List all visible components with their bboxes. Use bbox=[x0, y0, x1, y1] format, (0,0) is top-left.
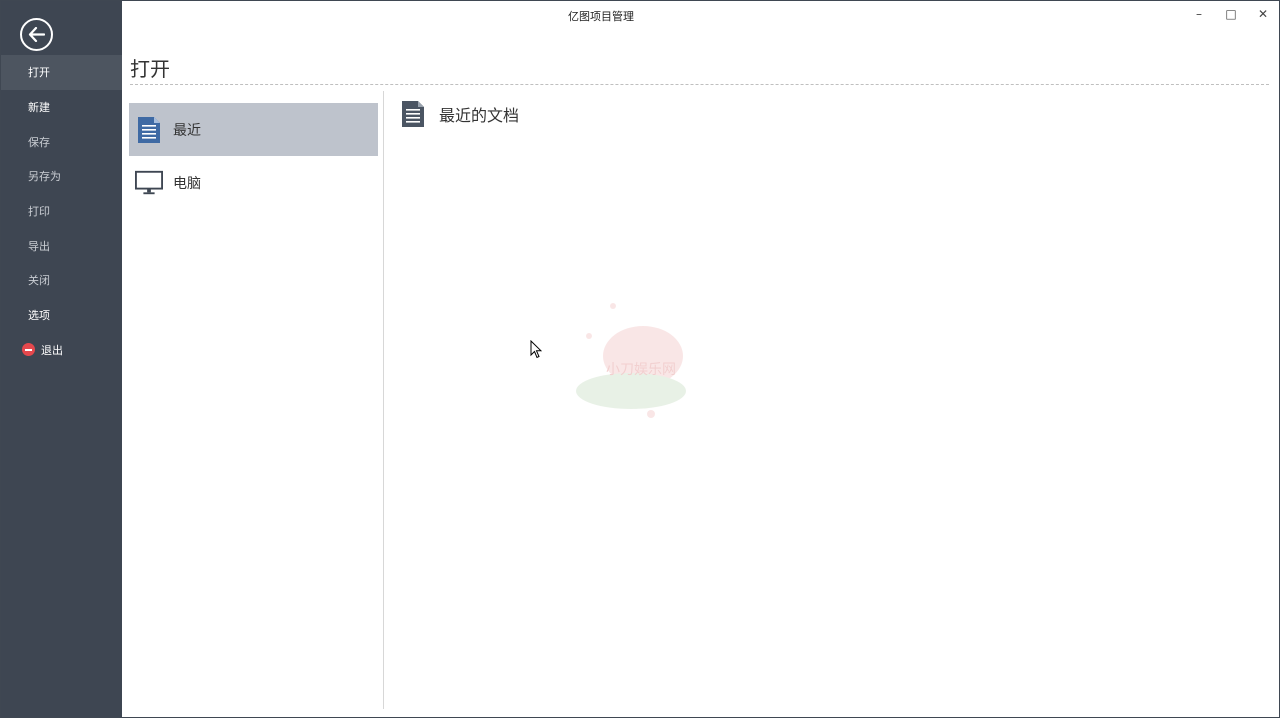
sidebar-item-label: 新建 bbox=[28, 101, 50, 115]
sidebar-item-save[interactable]: 保存 bbox=[1, 124, 122, 159]
sidebar-item-label: 打印 bbox=[28, 205, 50, 219]
sidebar-item-print[interactable]: 打印 bbox=[1, 194, 122, 229]
location-computer[interactable]: 电脑 bbox=[129, 156, 378, 209]
recent-documents-panel: 最近的文档 bbox=[401, 99, 519, 129]
header-divider bbox=[130, 84, 1269, 85]
back-arrow-icon bbox=[28, 27, 45, 42]
mouse-cursor-icon bbox=[530, 340, 542, 359]
sidebar-item-export[interactable]: 导出 bbox=[1, 228, 122, 263]
exit-icon bbox=[22, 343, 35, 357]
sidebar: 打开 新建 保存 另存为 打印 导出 关闭 选项 退出 bbox=[1, 1, 122, 717]
sidebar-item-label: 保存 bbox=[28, 135, 50, 149]
recent-documents-title: 最近的文档 bbox=[439, 106, 520, 125]
window-title: 亿图项目管理 bbox=[568, 10, 634, 23]
monitor-icon bbox=[135, 169, 163, 197]
recent-documents-header: 最近的文档 bbox=[401, 99, 519, 129]
back-button[interactable] bbox=[20, 18, 53, 51]
sidebar-item-label: 退出 bbox=[41, 343, 63, 357]
location-label: 电脑 bbox=[173, 175, 201, 192]
sidebar-item-exit[interactable]: 退出 bbox=[1, 333, 122, 368]
document-icon bbox=[135, 116, 163, 144]
location-recent[interactable]: 最近 bbox=[129, 103, 378, 156]
location-list: 最近 电脑 bbox=[129, 103, 378, 209]
maximize-button[interactable]: □ bbox=[1215, 1, 1247, 27]
watermark-logo: 小刀娱乐网 bbox=[576, 303, 686, 418]
title-bar: 亿图项目管理 – □ ✕ bbox=[122, 1, 1279, 31]
window-controls: – □ ✕ bbox=[1183, 1, 1279, 29]
sidebar-item-options[interactable]: 选项 bbox=[1, 298, 122, 333]
page-title: 打开 bbox=[130, 57, 170, 81]
sidebar-item-save-as[interactable]: 另存为 bbox=[1, 159, 122, 194]
sidebar-item-close[interactable]: 关闭 bbox=[1, 263, 122, 298]
sidebar-item-label: 导出 bbox=[28, 239, 50, 253]
app-window: 打开 新建 保存 另存为 打印 导出 关闭 选项 退出 亿图项目管理 – □ ✕ bbox=[0, 0, 1280, 718]
minimize-button[interactable]: – bbox=[1183, 1, 1215, 27]
document-list-icon bbox=[401, 99, 427, 129]
pane-divider bbox=[383, 91, 384, 709]
sidebar-item-label: 关闭 bbox=[28, 274, 50, 288]
close-icon: ✕ bbox=[1257, 7, 1269, 21]
sidebar-item-label: 另存为 bbox=[28, 170, 61, 184]
svg-text:小刀娱乐网: 小刀娱乐网 bbox=[606, 361, 676, 377]
close-button[interactable]: ✕ bbox=[1247, 1, 1279, 27]
maximize-icon: □ bbox=[1225, 7, 1237, 21]
sidebar-item-new[interactable]: 新建 bbox=[1, 90, 122, 125]
minimize-icon: – bbox=[1196, 7, 1202, 21]
sidebar-nav: 打开 新建 保存 另存为 打印 导出 关闭 选项 退出 bbox=[1, 55, 122, 367]
sidebar-item-label: 选项 bbox=[28, 309, 50, 323]
sidebar-item-label: 打开 bbox=[28, 66, 50, 80]
location-label: 最近 bbox=[173, 122, 201, 139]
sidebar-item-open[interactable]: 打开 bbox=[1, 55, 122, 90]
